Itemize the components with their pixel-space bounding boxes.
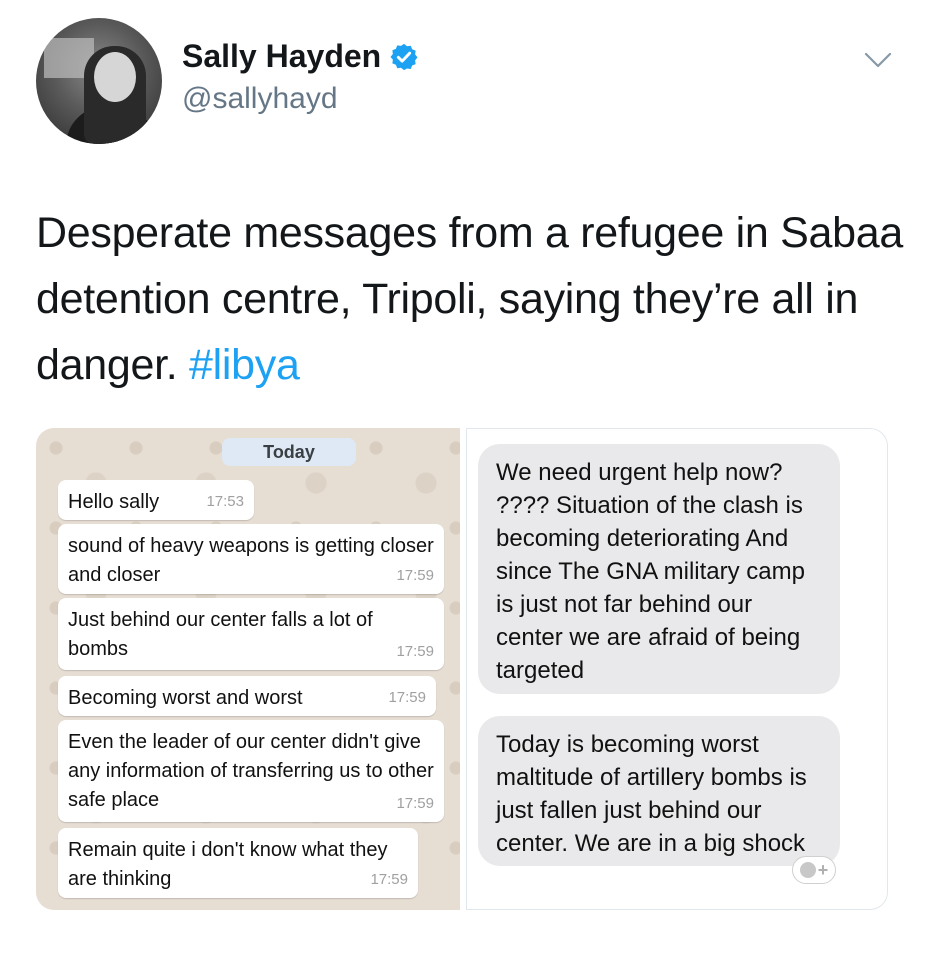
message-time: 17:59 [396,643,434,660]
author-display-name[interactable]: Sally Hayden [182,38,381,75]
whatsapp-message: sound of heavy weapons is getting closer… [58,524,444,594]
imessage-bubble: Today is becoming worst maltitude of art… [478,716,840,866]
message-text: Remain quite i don't know what they are … [68,839,388,890]
message-time: 17:59 [370,871,408,888]
tweet-text: Desperate messages from a refugee in Sab… [36,200,906,398]
message-time: 17:53 [206,493,244,510]
tweet-header: Sally Hayden @sallyhayd [0,0,934,160]
message-text: Just behind our center falls a lot of bo… [68,609,373,660]
author-name-row: Sally Hayden [182,38,419,75]
hashtag-link[interactable]: #libya [189,341,300,389]
whatsapp-message: Hello sally 17:53 [58,480,254,520]
whatsapp-message: Just behind our center falls a lot of bo… [58,598,444,670]
add-reaction-icon [799,862,816,878]
avatar[interactable] [36,18,162,144]
whatsapp-message: Remain quite i don't know what they are … [58,828,418,898]
message-text: Becoming worst and worst [68,687,303,709]
message-time: 17:59 [396,795,434,812]
chevron-down-icon[interactable] [862,48,894,72]
date-label: Today [222,438,356,466]
tweet-body: Desperate messages from a refugee in Sab… [36,209,904,389]
whatsapp-message: Even the leader of our center didn't giv… [58,720,444,822]
media-whatsapp-screenshot[interactable]: Today Hello sally 17:53 sound of heavy w… [36,428,460,910]
whatsapp-message: Becoming worst and worst 17:59 [58,676,436,716]
add-reaction-label: + [817,859,829,880]
verified-badge-icon [390,43,418,70]
add-reaction-button[interactable]: + [792,856,836,884]
author-handle[interactable]: @sallyhayd [182,82,338,116]
message-text: sound of heavy weapons is getting closer… [68,535,434,586]
message-text: Even the leader of our center didn't giv… [68,731,434,811]
message-time: 17:59 [388,689,426,706]
message-time: 17:59 [396,567,434,584]
message-text: Today is becoming worst maltitude of art… [496,731,807,857]
message-text: We need urgent help now? ???? Situation … [496,459,805,684]
imessage-bubble: We need urgent help now? ???? Situation … [478,444,840,694]
